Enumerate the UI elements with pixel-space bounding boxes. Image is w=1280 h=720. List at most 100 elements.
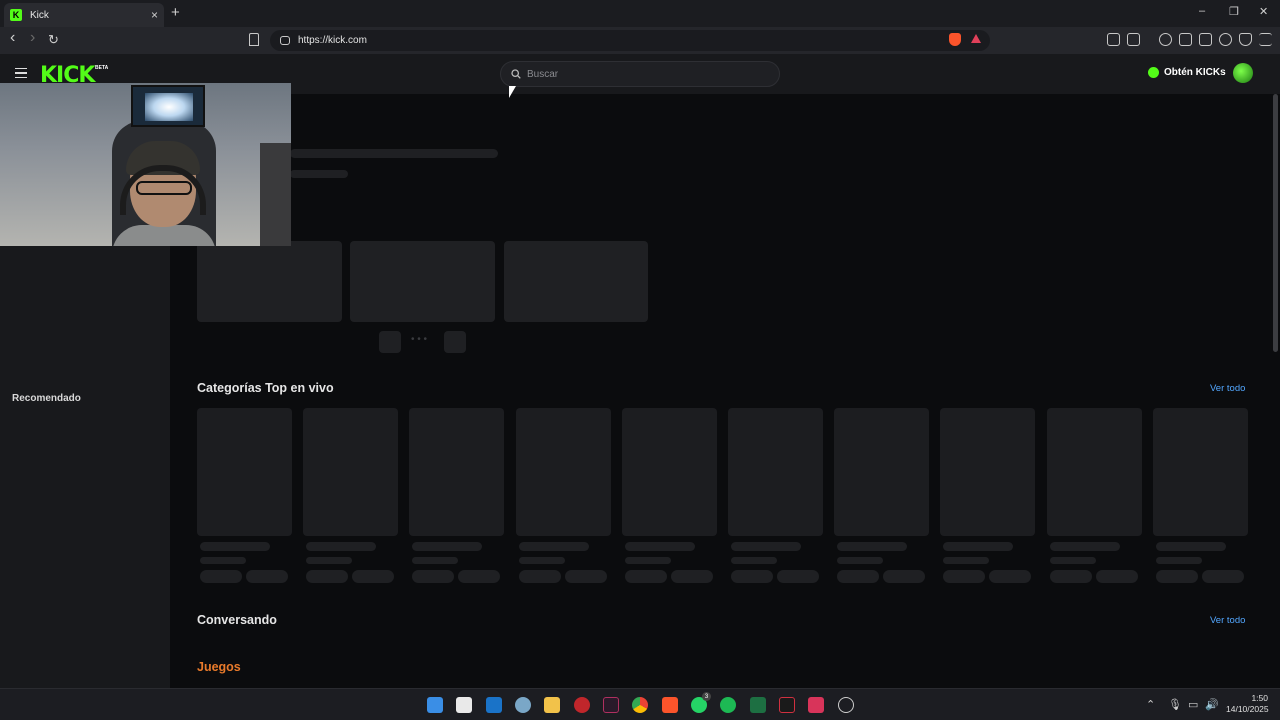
- skeleton-line: [1049, 542, 1120, 551]
- address-bar[interactable]: https://kick.com: [270, 30, 990, 51]
- media-icon[interactable]: [1159, 33, 1172, 46]
- skeleton-line: [943, 542, 1014, 551]
- outlook-icon[interactable]: [486, 697, 502, 713]
- search-icon: [511, 69, 521, 79]
- network-icon[interactable]: ▭: [1188, 698, 1198, 711]
- conversing-title: Conversando: [197, 613, 277, 627]
- kick-favicon-icon: K: [10, 9, 22, 21]
- skeleton-line: [943, 557, 990, 564]
- webcam-monitor: [131, 85, 205, 127]
- skeleton-line: [412, 542, 483, 551]
- featured-card-skeleton[interactable]: [197, 241, 342, 322]
- category-card-skeleton[interactable]: [409, 408, 505, 536]
- microphone-icon[interactable]: 🎙: [1168, 698, 1182, 711]
- featured-card-skeleton[interactable]: [504, 241, 648, 322]
- top-categories-see-all-link[interactable]: Ver todo: [1210, 383, 1245, 394]
- tab-search-icon[interactable]: [1127, 33, 1140, 46]
- category-card-skeleton[interactable]: [1046, 408, 1142, 536]
- skeleton-line: [306, 557, 353, 564]
- store-icon[interactable]: [456, 697, 472, 713]
- brave-shields-icon[interactable]: [949, 33, 961, 46]
- skeleton-tag: [352, 570, 395, 583]
- vpn-shield-icon[interactable]: [1239, 33, 1252, 46]
- skeleton-tag: [777, 570, 819, 583]
- tray-chevron-up-icon[interactable]: ⌃: [1146, 698, 1155, 711]
- skeleton-line: [200, 542, 270, 551]
- page-scrollbar[interactable]: [1273, 94, 1278, 352]
- skeleton-line: [731, 557, 777, 564]
- browser-tab-kick[interactable]: K Kick ×: [4, 3, 164, 27]
- wallet-icon[interactable]: [1199, 33, 1212, 46]
- skeleton-line: [290, 170, 348, 178]
- featured-card-skeleton[interactable]: [350, 241, 495, 322]
- site-settings-icon[interactable]: [280, 36, 290, 45]
- search-input[interactable]: [527, 68, 757, 80]
- excel-icon[interactable]: [750, 697, 766, 713]
- brave-rewards-icon[interactable]: [971, 34, 981, 43]
- app-ring-icon[interactable]: [838, 697, 854, 713]
- volume-icon[interactable]: 🔊: [1205, 698, 1219, 711]
- file-explorer-icon[interactable]: [544, 697, 560, 713]
- menu-icon[interactable]: [1259, 33, 1272, 46]
- minimize-button[interactable]: –: [1199, 5, 1205, 17]
- brave-icon[interactable]: [662, 697, 678, 713]
- close-window-button[interactable]: ✕: [1259, 5, 1268, 18]
- mouse-cursor-icon: [509, 86, 516, 98]
- skeleton-tag: [883, 570, 926, 583]
- back-button[interactable]: ‹: [10, 29, 15, 47]
- spotify-icon[interactable]: [720, 697, 736, 713]
- sidebar-toggle-icon[interactable]: [1179, 33, 1192, 46]
- category-card-skeleton[interactable]: [515, 408, 611, 536]
- category-card-skeleton[interactable]: [621, 408, 717, 536]
- category-card-skeleton[interactable]: [728, 408, 823, 536]
- reload-button[interactable]: ↻: [48, 32, 59, 48]
- app-a-icon[interactable]: [779, 697, 795, 713]
- category-card-skeleton[interactable]: [834, 408, 930, 536]
- webcam-person: [112, 129, 216, 246]
- webcam-overlay: [0, 83, 291, 246]
- carousel-next-button[interactable]: [444, 331, 466, 353]
- chrome-icon[interactable]: [632, 697, 648, 713]
- conversing-see-all-link[interactable]: Ver todo: [1210, 615, 1245, 626]
- skeleton-tag: [624, 570, 667, 583]
- skeleton-line: [1049, 557, 1096, 564]
- clock-time: 1:50: [1251, 693, 1268, 703]
- beta-badge: BETA: [95, 65, 109, 71]
- category-card-skeleton[interactable]: [197, 408, 292, 536]
- skeleton-line: [1155, 542, 1226, 551]
- taskbar-clock[interactable]: 1:50 14/10/2025: [1226, 693, 1269, 715]
- windows-start-icon[interactable]: [427, 697, 443, 713]
- category-card-skeleton[interactable]: [940, 408, 1036, 536]
- restore-button[interactable]: ❐: [1229, 5, 1239, 18]
- url-text[interactable]: https://kick.com: [298, 35, 367, 46]
- extensions-icon[interactable]: [1107, 33, 1120, 46]
- skeleton-line: [518, 557, 565, 564]
- app-red-icon[interactable]: [574, 697, 590, 713]
- app-pink-icon[interactable]: [808, 697, 824, 713]
- webcam-wall: [260, 143, 291, 246]
- skeleton-line: [518, 542, 589, 551]
- category-card-skeleton[interactable]: [1152, 408, 1248, 536]
- app-icon[interactable]: [515, 697, 531, 713]
- skeleton-line: [624, 557, 671, 564]
- leo-ai-icon[interactable]: [1219, 33, 1232, 46]
- bookmark-icon[interactable]: [249, 33, 259, 46]
- skeleton-tag: [989, 570, 1032, 583]
- games-title: Juegos: [197, 660, 241, 674]
- skeleton-line: [412, 557, 459, 564]
- webcam-person-glasses: [136, 181, 192, 195]
- forward-button[interactable]: ›: [30, 29, 35, 47]
- new-tab-button[interactable]: +: [171, 4, 180, 21]
- skeleton-tag: [458, 570, 501, 583]
- skeleton-line: [306, 542, 377, 551]
- carousel-prev-button[interactable]: [379, 331, 401, 353]
- get-kicks-button[interactable]: Obtén KICKs: [1148, 67, 1226, 78]
- hamburger-menu-icon[interactable]: [15, 68, 27, 78]
- skeleton-tag: [564, 570, 607, 583]
- app-v-icon[interactable]: [603, 697, 619, 713]
- tab-close-icon[interactable]: ×: [151, 8, 158, 22]
- avatar[interactable]: [1233, 63, 1253, 83]
- search-box[interactable]: [500, 61, 780, 87]
- tab-title: Kick: [30, 9, 49, 21]
- category-card-skeleton[interactable]: [303, 408, 399, 536]
